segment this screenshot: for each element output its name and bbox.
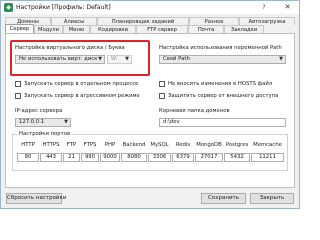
ip-label: IP-адрес сервера — [15, 108, 63, 114]
ports-group-title: Настройки портов — [17, 131, 73, 137]
root-folder-input[interactable]: d:\dev — [159, 118, 286, 127]
port-label-ftps: FTPS — [83, 142, 97, 148]
tab-autostart[interactable]: Автозагрузка — [239, 17, 295, 25]
port-label-backend: Backend — [122, 142, 146, 148]
tab-encodings[interactable]: Кодировки — [90, 25, 136, 33]
settings-window: ◆ Настройки [Профиль: Default] ? ✕ Домен… — [0, 0, 300, 209]
ip-value: 127.0.0.1 — [19, 119, 45, 125]
tab-scheduler[interactable]: Планировщик заданий — [97, 17, 189, 25]
port-label-memcache: Memcache — [253, 142, 282, 148]
port-label-mysql: MySQL — [150, 142, 169, 148]
tab-menu[interactable]: Меню — [63, 25, 90, 33]
save-button[interactable]: Сохранить — [201, 193, 246, 204]
close-icon[interactable]: ✕ — [277, 1, 298, 13]
tab-ftp-server[interactable]: FTP сервер — [136, 25, 188, 33]
tab-mail[interactable]: Почта — [188, 25, 224, 33]
separate-process-checkbox[interactable] — [15, 81, 21, 87]
port-label-ftp: FTP — [66, 142, 77, 148]
tabs-row-1: Домены Алиасы Планировщик заданий Разное… — [5, 17, 295, 25]
protect-external-checkbox[interactable] — [159, 93, 165, 99]
help-icon[interactable]: ? — [257, 3, 271, 12]
tab-misc[interactable]: Разное — [189, 17, 239, 25]
separate-process-label: Запускать сервер в отдельном процессе — [24, 81, 139, 87]
port-label-php: PHP — [104, 142, 116, 148]
port-label-redis: Redis — [175, 142, 191, 148]
close-button[interactable]: Закрыть — [250, 193, 294, 204]
port-input-php[interactable]: 9000 — [100, 153, 120, 162]
ip-select[interactable]: 127.0.0.1 ▼ — [15, 118, 71, 127]
reset-settings-button[interactable]: Сбросить настройки — [6, 193, 66, 204]
port-input-memcache[interactable]: 11211 — [251, 153, 284, 162]
chevron-down-icon: ▼ — [64, 119, 68, 125]
ports-group: Настройки портов HTTP HTTPS FTP FTPS PHP… — [12, 131, 288, 171]
tab-modules[interactable]: Модули — [34, 25, 63, 33]
port-input-ftps[interactable]: 990 — [81, 153, 99, 162]
tab-aliases[interactable]: Алиасы — [51, 17, 97, 25]
port-label-http: HTTP — [21, 142, 35, 148]
port-input-mongodb[interactable]: 27017 — [195, 153, 223, 162]
tab-bookmarks[interactable]: Закладки — [224, 25, 264, 33]
app-icon: ◆ — [4, 3, 13, 12]
window-title: Настройки [Профиль: Default] — [16, 4, 111, 11]
tabs-row-2: Сервер Модули Меню Кодировки FTP сервер … — [5, 24, 295, 34]
port-input-http[interactable]: 80 — [17, 153, 39, 162]
title-bar: ◆ Настройки [Профиль: Default] ? ✕ — [1, 1, 299, 14]
port-input-postgres[interactable]: 5432 — [224, 153, 250, 162]
path-env-value: Свой Path — [163, 56, 190, 62]
aggressive-mode-label: Запускать сервер в агрессивном режиме — [24, 93, 140, 99]
root-folder-label: Корневая папка доменов — [159, 108, 230, 114]
port-input-https[interactable]: 443 — [40, 153, 62, 162]
port-input-backend[interactable]: 8080 — [121, 153, 147, 162]
highlight-annotation — [10, 40, 150, 76]
path-env-label: Настройка использования переменной Path — [159, 45, 282, 51]
port-input-ftp[interactable]: 21 — [63, 153, 80, 162]
port-label-https: HTTPS — [42, 142, 60, 148]
no-hosts-label: Не вносить изменения в HOSTS файл — [168, 81, 273, 87]
path-env-select[interactable]: Свой Path ▼ — [159, 55, 286, 64]
port-input-mysql[interactable]: 3306 — [148, 153, 171, 162]
aggressive-mode-checkbox[interactable] — [15, 93, 21, 99]
port-label-postgres: Postgres — [225, 142, 249, 148]
no-hosts-checkbox[interactable] — [159, 81, 165, 87]
protect-external-label: Защитить сервер от внешнего доступа — [168, 93, 279, 99]
port-input-redis[interactable]: 6379 — [172, 153, 194, 162]
chevron-down-icon: ▼ — [279, 56, 283, 62]
port-label-mongodb: MongoDB — [196, 142, 222, 148]
